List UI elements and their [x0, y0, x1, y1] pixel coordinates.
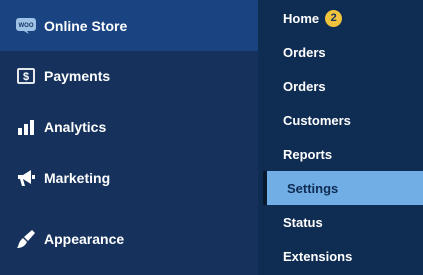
sidebar-item-payments[interactable]: $ Payments	[0, 51, 258, 101]
submenu-item-label: Reports	[283, 146, 333, 162]
sidebar-item-label: Payments	[44, 68, 111, 84]
submenu-item-label: Orders	[283, 78, 326, 94]
paintbrush-icon	[16, 229, 36, 249]
admin-menu-screen: WOO Online Store $ Payments Analytics Ma…	[0, 0, 423, 275]
submenu-item-label: Customers	[283, 112, 351, 128]
megaphone-icon	[16, 168, 36, 188]
sidebar-item-label: Appearance	[44, 230, 125, 247]
submenu-item-home[interactable]: Home 2	[258, 1, 423, 35]
submenu-item-label: Extensions	[283, 248, 353, 264]
submenu-item-status[interactable]: Status	[258, 205, 423, 239]
notification-badge: 2	[325, 9, 343, 27]
woo-icon-text: WOO	[19, 23, 34, 29]
submenu-item-label: Status	[283, 214, 323, 230]
submenu-item-label: Orders	[283, 44, 326, 60]
bar-chart-icon	[16, 117, 36, 137]
sidebar-item-analytics[interactable]: Analytics	[0, 101, 258, 152]
submenu-item-settings[interactable]: Settings	[263, 171, 423, 205]
submenu-item-extensions[interactable]: Extensions	[258, 239, 423, 273]
submenu-item-customers[interactable]: Customers	[258, 103, 423, 137]
sidebar-item-appearance[interactable]: Appearance	[0, 213, 258, 264]
sidebar: WOO Online Store $ Payments Analytics Ma…	[0, 0, 258, 275]
sidebar-item-marketing[interactable]: Marketing	[0, 152, 258, 203]
sidebar-item-online-store[interactable]: WOO Online Store	[0, 0, 258, 51]
sidebar-item-label: Marketing	[44, 169, 111, 186]
submenu-item-reports[interactable]: Reports	[258, 137, 423, 171]
submenu-item-label: Settings	[287, 180, 339, 196]
svg-text:$: $	[23, 71, 29, 83]
submenu-item-orders[interactable]: Orders	[258, 35, 423, 69]
sidebar-item-label: Online Store	[44, 17, 128, 34]
submenu: Home 2 Orders Orders Customers Reports S…	[258, 0, 423, 275]
submenu-item-label: Home	[283, 10, 320, 26]
sidebar-item-label: Analytics	[44, 118, 107, 135]
woo-icon: WOO	[16, 16, 36, 36]
submenu-item-orders-2[interactable]: Orders	[258, 69, 423, 103]
dollar-icon: $	[16, 66, 36, 86]
